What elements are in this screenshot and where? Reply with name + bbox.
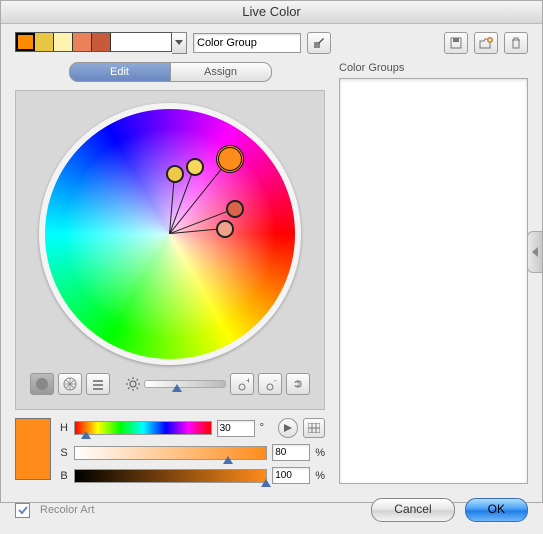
delete-group-icon[interactable] (504, 32, 528, 54)
wheel-marker-4[interactable] (216, 220, 234, 238)
svg-text:-: - (274, 377, 277, 385)
link-harmony-icon[interactable] (286, 373, 310, 395)
add-tool-icon[interactable]: + (230, 373, 254, 395)
hue-unit: ° (260, 422, 264, 434)
color-wheel[interactable] (39, 103, 301, 365)
swatch-3[interactable] (73, 33, 92, 51)
sat-input[interactable] (272, 444, 310, 461)
segmented-wheel-icon[interactable] (58, 373, 82, 395)
recolor-art-checkbox[interactable] (15, 503, 30, 518)
edit-group-icon[interactable] (307, 32, 331, 54)
live-color-dialog: Live Color Edit Assign (0, 0, 543, 503)
toolbar (1, 24, 542, 62)
swatch-dropdown[interactable] (172, 32, 187, 54)
hue-input[interactable] (217, 420, 255, 437)
bri-label: B (59, 470, 69, 482)
swatch-strip[interactable] (15, 32, 172, 52)
hue-slider[interactable] (74, 421, 212, 435)
recolor-art-label: Recolor Art (40, 504, 94, 516)
color-groups-label: Color Groups (339, 62, 528, 74)
wheel-marker-3[interactable] (226, 200, 244, 218)
brightness-icon (126, 377, 140, 391)
hue-label: H (59, 422, 69, 434)
panel-collapse-handle[interactable] (527, 231, 542, 273)
tab-edit[interactable]: Edit (69, 62, 171, 82)
bri-slider[interactable] (74, 469, 267, 483)
mode-tabs: Edit Assign (15, 62, 325, 82)
base-color-swatch[interactable] (15, 418, 51, 480)
color-group-name-input[interactable] (193, 33, 301, 53)
save-group-icon[interactable] (444, 32, 468, 54)
new-group-icon[interactable] (474, 32, 498, 54)
cancel-button[interactable]: Cancel (371, 498, 454, 522)
swatch-0[interactable] (16, 33, 35, 51)
smooth-wheel-icon[interactable] (30, 373, 54, 395)
color-mode-icon[interactable] (278, 418, 298, 438)
bars-view-icon[interactable] (86, 373, 110, 395)
color-groups-list[interactable] (339, 78, 528, 484)
wheel-marker-1[interactable] (186, 158, 204, 176)
sat-label: S (59, 447, 69, 459)
bri-unit: % (315, 470, 325, 482)
ok-button[interactable]: OK (465, 498, 528, 522)
tab-assign[interactable]: Assign (171, 62, 272, 82)
remove-tool-icon[interactable]: - (258, 373, 282, 395)
swatch-2[interactable] (54, 33, 73, 51)
sat-unit: % (315, 447, 325, 459)
dialog-title: Live Color (1, 1, 542, 24)
color-wheel-area: + - (15, 90, 325, 410)
sat-slider[interactable] (74, 446, 267, 460)
brightness-slider[interactable] (144, 380, 226, 388)
swatch-4[interactable] (92, 33, 111, 51)
bri-input[interactable] (272, 467, 310, 484)
swatch-1[interactable] (35, 33, 54, 51)
swatch-empty (111, 33, 171, 51)
wheel-marker-2[interactable] (216, 145, 244, 173)
svg-text:+: + (246, 377, 249, 385)
wheel-marker-0[interactable] (166, 165, 184, 183)
swatches-panel-icon[interactable] (303, 418, 325, 438)
